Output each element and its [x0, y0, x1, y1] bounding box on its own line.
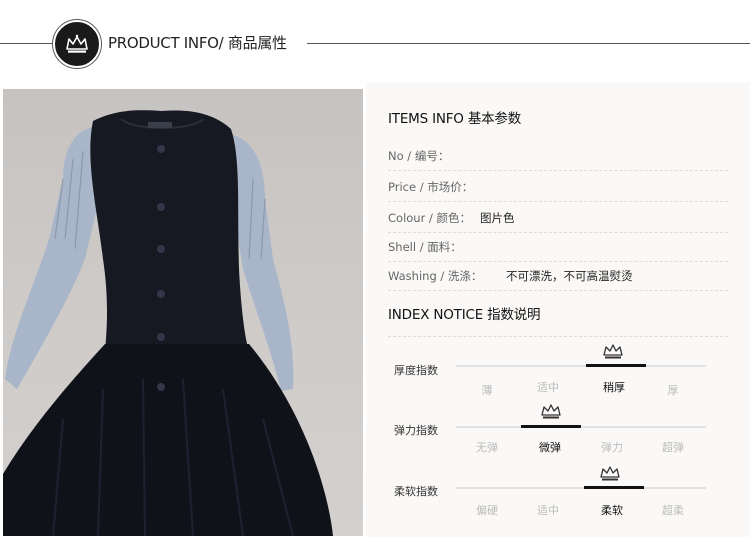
info-row-colour: Colour / 颜色： 图片色 [388, 203, 728, 233]
product-photo [3, 89, 363, 536]
dress-illustration [3, 110, 333, 536]
info-row-value: 不可漂洗，不可高温熨烫 [506, 269, 633, 283]
crown-icon [66, 34, 88, 53]
index-track-softness [456, 486, 706, 489]
index-track-marker [521, 425, 581, 428]
index-label-thickness: 厚度指数 [394, 364, 438, 377]
index-option-selected: 稍厚 [603, 381, 625, 394]
header-rule-right [307, 43, 750, 44]
index-option-selected: 柔软 [601, 504, 623, 517]
index-label-elasticity: 弹力指数 [394, 424, 438, 437]
index-label-softness: 柔软指数 [394, 485, 438, 498]
info-row-shell: Shell / 面料： [388, 232, 728, 262]
crown-icon [541, 404, 561, 419]
info-row-label: No / 编号： [388, 149, 450, 163]
page-title: PRODUCT INFO/ 商品属性 [108, 32, 287, 53]
info-row-no: No / 编号： [388, 141, 728, 171]
index-option: 厚 [667, 384, 679, 397]
items-info-title: ITEMS INFO 基本参数 [388, 111, 522, 127]
index-track-elasticity [456, 425, 706, 428]
index-option: 超柔 [662, 504, 684, 517]
index-option: 适中 [537, 381, 559, 394]
crown-icon [603, 344, 623, 359]
index-track-thickness [456, 364, 706, 367]
index-track-marker [584, 486, 644, 489]
index-track-marker [586, 364, 646, 367]
index-option: 超弹 [662, 441, 684, 454]
index-option: 薄 [481, 384, 493, 397]
index-notice-title: INDEX NOTICE 指数说明 [388, 307, 541, 323]
crown-icon [600, 466, 620, 481]
header-badge [53, 20, 101, 68]
index-option: 弹力 [601, 441, 623, 454]
info-row-label: Washing / 洗涤： [388, 269, 483, 283]
page-title-cn: 商品属性 [223, 34, 287, 52]
index-option: 偏硬 [476, 504, 498, 517]
info-row-washing: Washing / 洗涤： 不可漂洗，不可高温熨烫 [388, 261, 728, 291]
index-option: 适中 [537, 504, 559, 517]
info-row-label: Price / 市场价： [388, 180, 474, 194]
info-row-label: Shell / 面料： [388, 240, 462, 254]
index-option: 无弹 [476, 441, 498, 454]
info-row-value: 图片色 [480, 211, 515, 225]
header-rule-left [0, 43, 52, 44]
info-panel: ITEMS INFO 基本参数 No / 编号： Price / 市场价： Co… [366, 82, 750, 537]
page-title-en: PRODUCT INFO/ [108, 34, 224, 52]
index-option-selected: 微弹 [539, 441, 561, 454]
divider [388, 335, 728, 337]
info-row-price: Price / 市场价： [388, 172, 728, 202]
info-row-label: Colour / 颜色： [388, 211, 471, 225]
